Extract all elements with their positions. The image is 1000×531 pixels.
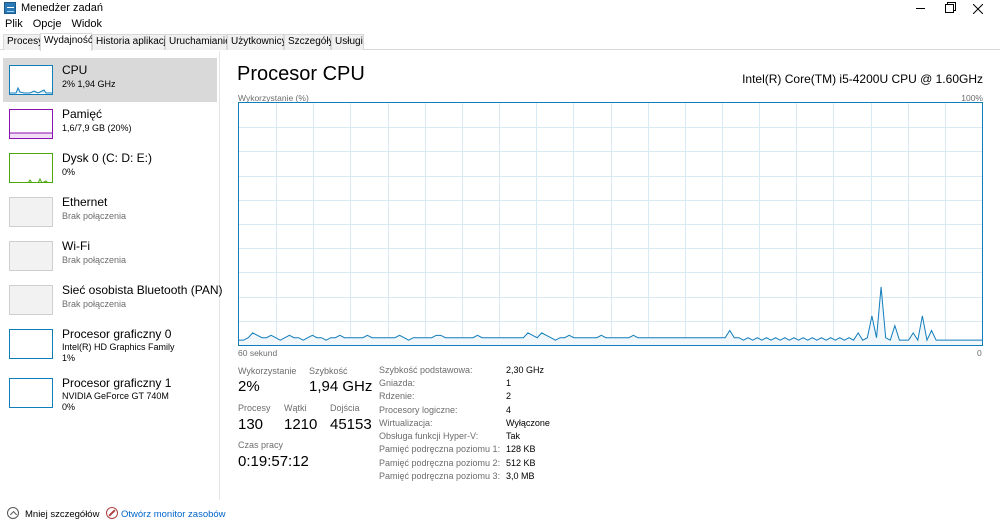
sidebar-item-sub: Brak połączenia [62, 211, 127, 221]
window-title: Menedżer zadań [21, 2, 103, 14]
menu-options[interactable]: Opcje [28, 16, 67, 32]
graph-time-right: 0 [977, 348, 982, 358]
graph-time-left: 60 sekund [238, 348, 278, 358]
uptime-value: 0:19:57:12 [238, 453, 309, 470]
info-value: 1 [506, 378, 512, 388]
info-label: Wirtualizacja: [379, 418, 433, 428]
sidebar-item-sub: Brak połączenia [62, 299, 127, 309]
cpu-usage-graph [238, 102, 983, 346]
tab-processes[interactable]: Procesy [3, 34, 43, 50]
handles-value: 45153 [330, 416, 372, 433]
sidebar-item-label: Wi-Fi [62, 239, 90, 253]
sidebar-item-ethernet[interactable]: Ethernet Brak połączenia [3, 190, 217, 234]
sidebar-item-usage: 0% [62, 402, 76, 412]
ethernet-graph-icon [9, 197, 53, 227]
sidebar-item-label: Sieć osobista Bluetooth (PAN) [62, 283, 223, 297]
gpu-graph-icon [9, 329, 53, 359]
info-value: 3,0 MB [506, 471, 535, 481]
speed-value: 1,94 GHz [309, 378, 373, 395]
sidebar-item-wifi[interactable]: Wi-Fi Brak połączenia [3, 234, 217, 278]
close-icon [973, 3, 983, 14]
sidebar-item-cpu[interactable]: CPU 2% 1,94 GHz [3, 58, 217, 102]
tab-services[interactable]: Usługi [331, 34, 364, 50]
handles-label: Dojścia [330, 403, 360, 413]
tab-bar: Procesy Wydajność Historia aplikacji Uru… [0, 33, 1000, 51]
info-label: Rdzenie: [379, 391, 415, 401]
processes-value: 130 [238, 416, 264, 433]
footer: Mniej szczegółów Otwórz monitor zasobów [0, 505, 1000, 525]
sidebar-item-label: CPU [62, 63, 88, 77]
gpu-graph-icon [9, 378, 53, 408]
sidebar-item-bluetooth[interactable]: Sieć osobista Bluetooth (PAN) Brak połąc… [3, 278, 223, 322]
page-title: Procesor CPU [237, 63, 365, 85]
info-value: 2,30 GHz [506, 365, 545, 375]
info-label: Pamięć podręczna poziomu 3: [379, 471, 501, 481]
sidebar-item-usage: 1% [62, 353, 76, 363]
resource-monitor-icon[interactable] [106, 507, 118, 519]
title-bar: Menedżer zadań [0, 0, 1000, 17]
sidebar-item-disk[interactable]: Dysk 0 (C: D: E:) 0% [3, 146, 217, 190]
wifi-graph-icon [9, 241, 53, 271]
threads-value: 1210 [284, 416, 318, 433]
sidebar-item-sub: 2% 1,94 GHz [62, 79, 116, 89]
info-label: Obsługa funkcji Hyper-V: [379, 431, 479, 441]
sidebar-item-sub: 0% [62, 167, 76, 177]
maximize-button[interactable] [933, 0, 965, 17]
menu-file[interactable]: Plik [0, 16, 28, 32]
cpu-usage-chart [239, 103, 982, 345]
disk-graph-icon [9, 153, 53, 183]
info-value: 512 KB [506, 458, 536, 468]
collapse-icon[interactable] [7, 507, 19, 519]
info-label: Gniazda: [379, 378, 416, 388]
sidebar-item-gpu0[interactable]: Procesor graficzny 0 Intel(R) HD Graphic… [3, 322, 217, 366]
resource-sidebar: CPU 2% 1,94 GHz Pamięć 1,6/7,9 GB (20%) … [0, 51, 223, 500]
info-label: Procesory logiczne: [379, 405, 458, 415]
sidebar-item-gpu1[interactable]: Procesor graficzny 1 NVIDIA GeForce GT 7… [3, 371, 217, 415]
sidebar-item-sub: NVIDIA GeForce GT 740M [62, 391, 169, 401]
fewer-details-button[interactable]: Mniej szczegółów [25, 509, 99, 520]
info-label: Pamięć podręczna poziomu 2: [379, 458, 501, 468]
menu-bar: Plik Opcje Widok [0, 16, 107, 32]
info-value: Wyłączone [506, 418, 550, 428]
tab-performance[interactable]: Wydajność [40, 33, 93, 51]
tab-startup[interactable]: Uruchamianie [165, 34, 231, 50]
sidebar-item-label: Dysk 0 (C: D: E:) [62, 151, 153, 165]
sidebar-item-label: Procesor graficzny 1 [62, 376, 172, 390]
tab-users[interactable]: Użytkownicy [227, 34, 287, 50]
cpu-graph-icon [9, 65, 53, 95]
memory-graph-icon [9, 109, 53, 139]
info-value: 2 [506, 391, 512, 401]
resource-monitor-link[interactable]: Otwórz monitor zasobów [121, 509, 226, 520]
menu-view[interactable]: Widok [66, 16, 107, 32]
threads-label: Wątki [284, 403, 307, 413]
info-value: 4 [506, 405, 512, 415]
sidebar-item-sub: 1,6/7,9 GB (20%) [62, 123, 132, 133]
info-value: Tak [506, 431, 521, 441]
sidebar-item-label: Ethernet [62, 195, 108, 209]
info-label: Pamięć podręczna poziomu 1: [379, 444, 501, 454]
minimize-button[interactable] [904, 0, 936, 17]
usage-label: Wykorzystanie [238, 366, 297, 376]
cpu-model: Intel(R) Core(TM) i5-4200U CPU @ 1.60GHz [742, 72, 983, 86]
close-button[interactable] [962, 0, 994, 17]
tab-app-history[interactable]: Historia aplikacji [92, 34, 168, 50]
task-manager-icon [4, 2, 16, 14]
speed-label: Szybkość [309, 366, 348, 376]
usage-value: 2% [238, 378, 260, 395]
tab-details[interactable]: Szczegóły [284, 34, 334, 50]
sidebar-item-sub: Brak połączenia [62, 255, 127, 265]
sidebar-item-label: Procesor graficzny 0 [62, 327, 172, 341]
sidebar-item-memory[interactable]: Pamięć 1,6/7,9 GB (20%) [3, 102, 217, 146]
bluetooth-graph-icon [9, 285, 53, 315]
uptime-label: Czas pracy [238, 440, 284, 450]
sidebar-item-sub: Intel(R) HD Graphics Family [62, 342, 175, 352]
info-value: 128 KB [506, 444, 536, 454]
sidebar-item-label: Pamięć [62, 107, 103, 121]
info-label: Szybkość podstawowa: [379, 365, 473, 375]
processes-label: Procesy [238, 403, 271, 413]
